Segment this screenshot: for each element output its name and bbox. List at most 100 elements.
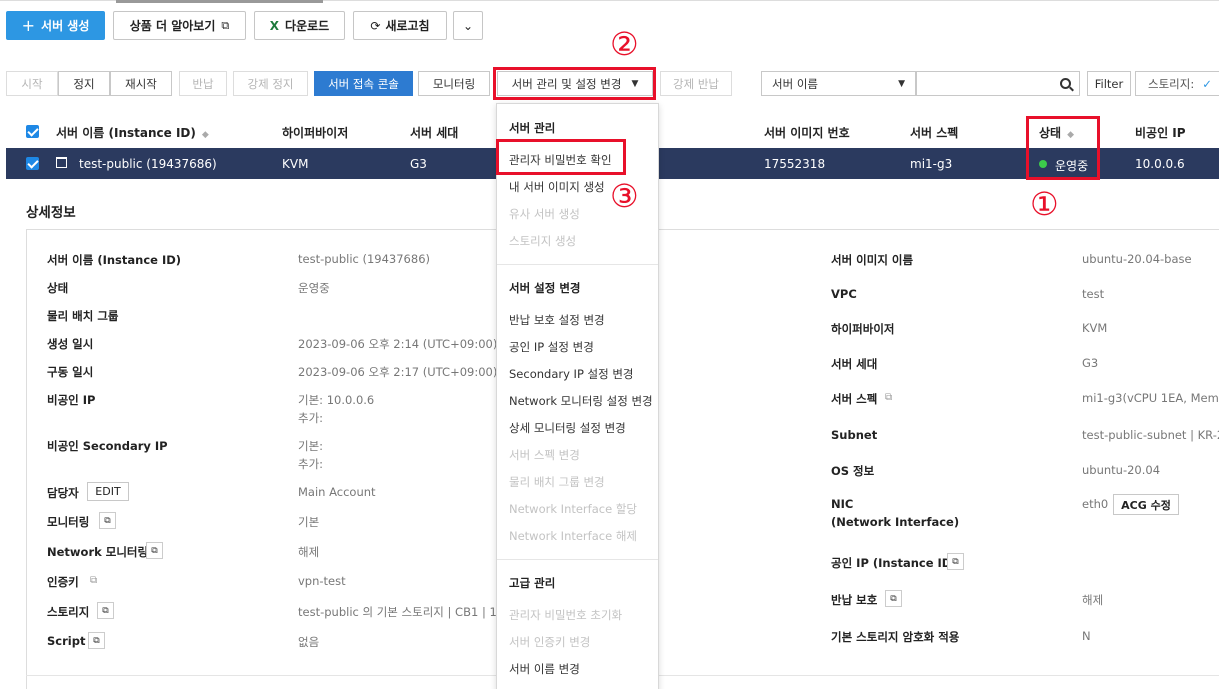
- spec-copy-icon[interactable]: ⧉: [885, 392, 892, 403]
- script-link-icon[interactable]: ⧉: [88, 632, 105, 649]
- menu-item-detail-monitoring[interactable]: 상세 모니터링 설정 변경: [509, 420, 626, 436]
- check-icon: ✓: [1202, 76, 1212, 91]
- detail-value-subnet: test-public-subnet | KR-2: [1082, 428, 1219, 442]
- learn-more-button[interactable]: 상품 더 알아보기 ⧉: [113, 11, 246, 40]
- column-header-spec[interactable]: 서버 스펙: [910, 124, 958, 141]
- caret-down-icon: ▼: [898, 78, 905, 89]
- menu-section-manage: 서버 관리: [509, 121, 556, 135]
- menu-item-assign-nic[interactable]: Network Interface 할당: [509, 501, 637, 517]
- row-server-name: test-public (19437686): [79, 157, 217, 171]
- return-button[interactable]: 반납: [179, 71, 227, 96]
- acg-edit-button[interactable]: ACG 수정: [1113, 494, 1179, 515]
- detail-label-name: 서버 이름 (Instance ID): [47, 253, 182, 267]
- console-button[interactable]: 서버 접속 콘솔: [314, 71, 413, 96]
- monitoring-copy-icon[interactable]: ⧉: [99, 512, 116, 529]
- column-header-image-no[interactable]: 서버 이미지 번호: [764, 124, 850, 141]
- detail-value-image-name: ubuntu-20.04-base: [1082, 252, 1192, 266]
- detail-value-secondary-ip-extra: 추가:: [298, 457, 324, 471]
- detail-value-run: 2023-09-06 오후 2:17 (UTC+09:00): [298, 365, 498, 379]
- stop-button[interactable]: 정지: [58, 71, 110, 96]
- detail-label-generation: 서버 세대: [831, 357, 878, 371]
- callout-1: ①: [1030, 185, 1059, 223]
- more-dropdown-button[interactable]: ⌄: [453, 11, 483, 40]
- detail-label-created: 생성 일시: [47, 337, 94, 351]
- menu-item-rename-server[interactable]: 서버 이름 변경: [509, 661, 580, 677]
- return-protect-copy-icon[interactable]: ⧉: [885, 590, 902, 607]
- menu-item-create-image[interactable]: 내 서버 이미지 생성: [509, 179, 605, 195]
- detail-label-public-ip: 공인 IP (Instance ID): [831, 556, 957, 570]
- column-header-private-ip[interactable]: 비공인 IP: [1135, 124, 1186, 141]
- detail-value-secondary-ip: 기본:: [298, 439, 324, 453]
- detail-value-spec: mi1-g3(vCPU 1EA, Memor: [1082, 391, 1219, 405]
- menu-item-release-nic[interactable]: Network Interface 해제: [509, 528, 637, 544]
- refresh-icon: ⟳: [370, 18, 381, 33]
- highlight-status: [1026, 116, 1100, 180]
- column-header-name[interactable]: 서버 이름 (Instance ID) ◆: [56, 124, 209, 141]
- detail-label-status: 상태: [47, 281, 69, 295]
- search-icon: [1060, 78, 1074, 92]
- download-button[interactable]: X 다운로드: [254, 11, 345, 40]
- column-header-hypervisor[interactable]: 하이퍼바이저: [282, 124, 348, 141]
- detail-value-private-ip: 기본: 10.0.0.6: [298, 393, 375, 407]
- server-console-page: + 서버 생성 상품 더 알아보기 ⧉ X 다운로드 ⟳ 새로고침 ⌄ 시작 정…: [0, 0, 1219, 689]
- menu-item-change-placement[interactable]: 물리 배치 그룹 변경: [509, 474, 605, 490]
- detail-value-net-monitoring: 해제: [298, 545, 320, 559]
- detail-value-os: ubuntu-20.04: [1082, 463, 1161, 477]
- detail-label-nic: NIC: [831, 497, 854, 511]
- menu-item-public-ip[interactable]: 공인 IP 설정 변경: [509, 339, 594, 355]
- menu-item-return-protect[interactable]: 반납 보호 설정 변경: [509, 312, 605, 328]
- owner-edit-button[interactable]: EDIT: [87, 482, 129, 501]
- menu-separator: [497, 559, 658, 560]
- search-field-select[interactable]: 서버 이름 ▼: [761, 71, 916, 96]
- menu-item-create-similar[interactable]: 유사 서버 생성: [509, 206, 580, 222]
- search-input[interactable]: [916, 71, 1080, 96]
- detail-value-owner: Main Account: [298, 485, 376, 499]
- restart-button[interactable]: 재시작: [110, 71, 172, 96]
- storage-link-icon[interactable]: ⧉: [97, 602, 114, 619]
- menu-item-reset-admin-password[interactable]: 관리자 비밀번호 초기화: [509, 607, 622, 623]
- detail-label-nic-sub: (Network Interface): [831, 515, 960, 529]
- detail-label-private-ip: 비공인 IP: [47, 393, 96, 407]
- select-all-checkbox[interactable]: [26, 125, 39, 138]
- chevron-down-icon: ⌄: [462, 18, 474, 33]
- top-tab-indicator: [116, 0, 323, 3]
- detail-label-monitoring: 모니터링: [47, 515, 90, 529]
- force-stop-button[interactable]: 강제 정지: [233, 71, 308, 96]
- detail-label-hypervisor: 하이퍼바이저: [831, 322, 895, 336]
- public-ip-copy-icon[interactable]: ⧉: [947, 553, 964, 570]
- detail-label-vpc: VPC: [831, 287, 857, 301]
- menu-item-create-storage[interactable]: 스토리지 생성: [509, 233, 576, 249]
- detail-label-encrypt: 기본 스토리지 암호화 적용: [831, 630, 960, 644]
- row-checkbox[interactable]: [26, 157, 39, 170]
- row-spec: mi1-g3: [910, 157, 953, 171]
- detail-label-spec: 서버 스펙: [831, 392, 878, 406]
- menu-item-change-spec[interactable]: 서버 스펙 변경: [509, 447, 580, 463]
- refresh-button[interactable]: ⟳ 새로고침: [353, 11, 447, 40]
- detail-label-script: Script: [47, 634, 86, 648]
- detail-label-storage: 스토리지: [47, 605, 90, 619]
- force-return-button[interactable]: 강제 반납: [660, 71, 732, 96]
- server-icon: [56, 157, 67, 168]
- detail-value-generation: G3: [1082, 356, 1099, 370]
- menu-item-change-auth-key[interactable]: 서버 인증키 변경: [509, 634, 590, 650]
- row-private-ip: 10.0.0.6: [1135, 157, 1185, 171]
- net-monitoring-link-icon[interactable]: ⧉: [146, 542, 163, 559]
- detail-value-auth-key: vpn-test: [298, 574, 346, 588]
- menu-item-network-monitoring[interactable]: Network 모니터링 설정 변경: [509, 393, 653, 409]
- menu-item-secondary-ip[interactable]: Secondary IP 설정 변경: [509, 366, 634, 382]
- detail-value-storage: test-public 의 기본 스토리지 | CB1 | 10 G: [298, 605, 517, 619]
- callout-3: ③: [610, 177, 639, 215]
- filter-button[interactable]: Filter: [1087, 71, 1131, 96]
- detail-value-created: 2023-09-06 오후 2:14 (UTC+09:00): [298, 337, 498, 351]
- auth-key-copy-icon[interactable]: ⧉: [90, 575, 97, 586]
- highlight-check-password: [496, 139, 626, 175]
- start-button[interactable]: 시작: [6, 71, 58, 96]
- detail-label-owner: 담당자: [47, 486, 79, 500]
- row-hypervisor: KVM: [282, 157, 309, 171]
- storage-filter[interactable]: 스토리지: ✓: [1135, 71, 1219, 96]
- detail-value-vpc: test: [1082, 287, 1105, 301]
- monitoring-button[interactable]: 모니터링: [418, 71, 490, 96]
- column-header-generation[interactable]: 서버 세대: [410, 124, 458, 141]
- create-server-button[interactable]: + 서버 생성: [6, 11, 105, 40]
- detail-value-encrypt: N: [1082, 629, 1091, 643]
